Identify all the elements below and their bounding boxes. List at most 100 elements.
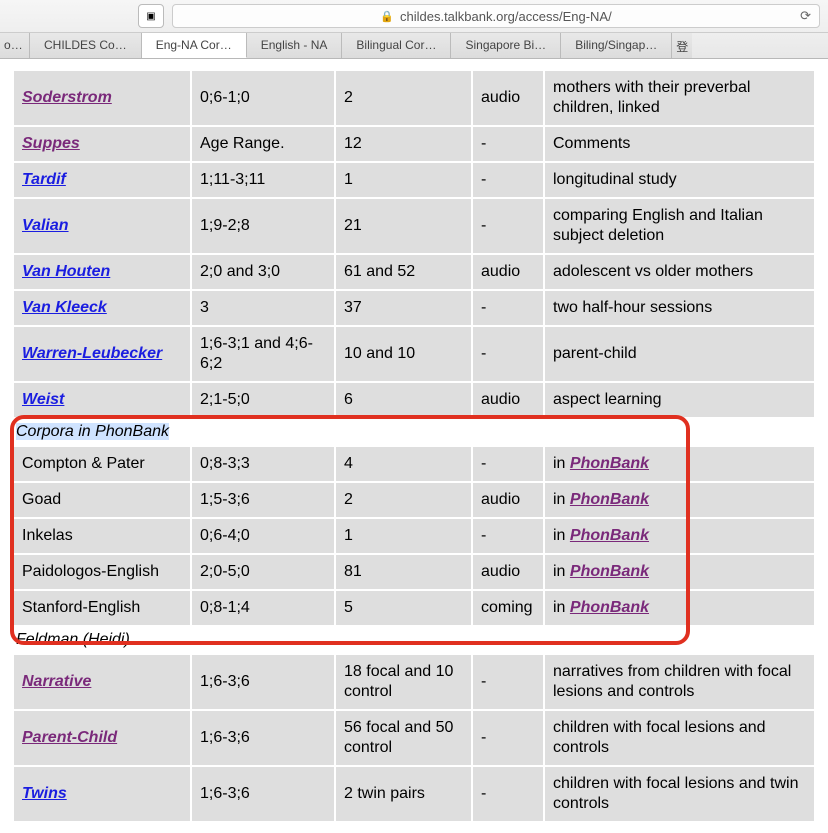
tab-singapore[interactable]: Singapore Bi… bbox=[451, 33, 561, 58]
tab-english-na[interactable]: English - NA bbox=[247, 33, 343, 58]
table-cell: 12 bbox=[336, 127, 471, 161]
table-cell: in PhonBank bbox=[545, 483, 814, 517]
table-row: Van Kleeck337-two half-hour sessions bbox=[14, 291, 814, 325]
browser-chrome: ▣ 🔒 childes.talkbank.org/access/Eng-NA/ … bbox=[0, 0, 828, 59]
corpus-link[interactable]: Twins bbox=[22, 785, 67, 802]
tab-biling-singap[interactable]: Biling/Singap… bbox=[561, 33, 672, 58]
table-cell: 2;1-5;0 bbox=[192, 383, 334, 417]
table-cell: in PhonBank bbox=[545, 555, 814, 589]
corpora-table-bottom: Narrative1;6-3;618 focal and 10 control-… bbox=[12, 653, 816, 823]
table-row: Soderstrom0;6-1;02audiomothers with thei… bbox=[14, 71, 814, 125]
corpus-link[interactable]: Soderstrom bbox=[22, 89, 112, 106]
table-cell: Inkelas bbox=[14, 519, 190, 553]
table-cell: audio bbox=[473, 555, 543, 589]
phonbank-link[interactable]: PhonBank bbox=[570, 491, 649, 508]
cell-prefix: in bbox=[553, 527, 570, 544]
table-cell: Comments bbox=[545, 127, 814, 161]
corpus-link[interactable]: Van Houten bbox=[22, 263, 110, 280]
tab-childes[interactable]: CHILDES Co… bbox=[30, 33, 142, 58]
table-cell: coming bbox=[473, 591, 543, 625]
corpus-link[interactable]: Valian bbox=[22, 217, 69, 234]
table-cell: audio bbox=[473, 255, 543, 289]
table-cell: - bbox=[473, 767, 543, 821]
table-cell: 6 bbox=[336, 383, 471, 417]
section-feldman: Feldman (Heidi) bbox=[12, 627, 816, 653]
table-cell: Paidologos-English bbox=[14, 555, 190, 589]
reload-icon[interactable]: ⟳ bbox=[800, 8, 811, 24]
browser-toolbar: ▣ 🔒 childes.talkbank.org/access/Eng-NA/ … bbox=[0, 0, 828, 32]
table-cell: 0;6-1;0 bbox=[192, 71, 334, 125]
tab-partial-right[interactable]: 登 bbox=[672, 33, 692, 58]
table-cell: - bbox=[473, 127, 543, 161]
table-cell: 0;6-4;0 bbox=[192, 519, 334, 553]
table-cell: 4 bbox=[336, 447, 471, 481]
phonbank-link[interactable]: PhonBank bbox=[570, 563, 649, 580]
corpus-link[interactable]: Suppes bbox=[22, 135, 80, 152]
table-cell: 1;6-3;6 bbox=[192, 767, 334, 821]
corpora-table-top: Soderstrom 0;6-1;02 audio mothers with thei… bbox=[12, 69, 816, 419]
table-cell: 2 bbox=[336, 483, 471, 517]
table-cell: narratives from children with focal lesi… bbox=[545, 655, 814, 709]
cell-prefix: in bbox=[553, 491, 570, 508]
table-row: Twins1;6-3;62 twin pairs-children with f… bbox=[14, 767, 814, 821]
table-cell: adolescent vs older mothers bbox=[545, 255, 814, 289]
table-row: Warren-Leubecker1;6-3;1 and 4;6-6;210 an… bbox=[14, 327, 814, 381]
table-cell: 2 twin pairs bbox=[336, 767, 471, 821]
url-bar[interactable]: 🔒 childes.talkbank.org/access/Eng-NA/ ⟳ bbox=[172, 4, 820, 28]
corpus-link[interactable]: Weist bbox=[22, 391, 64, 408]
table-cell: two half-hour sessions bbox=[545, 291, 814, 325]
table-row: Inkelas0;6-4;01-in PhonBank bbox=[14, 519, 814, 553]
corpus-link[interactable]: Van Kleeck bbox=[22, 299, 107, 316]
table-cell: mothers with their preverbal children, l… bbox=[545, 71, 814, 125]
corpora-table-phonbank: Compton & Pater0;8-3;34-in PhonBankGoad1… bbox=[12, 445, 816, 627]
table-cell: in PhonBank bbox=[545, 519, 814, 553]
table-cell: in PhonBank bbox=[545, 447, 814, 481]
table-row: Weist2;1-5;06audioaspect learning bbox=[14, 383, 814, 417]
table-cell: aspect learning bbox=[545, 383, 814, 417]
tab-bar: otst… CHILDES Co… Eng-NA Cor… English - … bbox=[0, 32, 828, 58]
corpus-link[interactable]: Parent-Child bbox=[22, 729, 117, 746]
table-cell: - bbox=[473, 163, 543, 197]
table-cell: Stanford-English bbox=[14, 591, 190, 625]
phonbank-link[interactable]: PhonBank bbox=[570, 455, 649, 472]
table-cell: 21 bbox=[336, 199, 471, 253]
url-text: childes.talkbank.org/access/Eng-NA/ bbox=[400, 9, 612, 24]
corpus-link[interactable]: Tardif bbox=[22, 171, 66, 188]
table-row: Goad1;5-3;62audioin PhonBank bbox=[14, 483, 814, 517]
table-cell: 56 focal and 50 control bbox=[336, 711, 471, 765]
corpus-link[interactable]: Narrative bbox=[22, 673, 91, 690]
reader-icon: ▣ bbox=[146, 11, 155, 22]
table-row: Tardif1;11-3;111-longitudinal study bbox=[14, 163, 814, 197]
table-cell: 61 and 52 bbox=[336, 255, 471, 289]
table-row: Parent-Child1;6-3;656 focal and 50 contr… bbox=[14, 711, 814, 765]
cell-prefix: in bbox=[553, 563, 570, 580]
table-cell: 2;0-5;0 bbox=[192, 555, 334, 589]
table-cell: 3 bbox=[192, 291, 334, 325]
tab-partial-left[interactable]: otst… bbox=[0, 33, 30, 58]
table-cell: - bbox=[473, 199, 543, 253]
tab-bilingual[interactable]: Bilingual Cor… bbox=[342, 33, 451, 58]
table-cell: 2 bbox=[336, 71, 471, 125]
reader-mode-button[interactable]: ▣ bbox=[138, 4, 164, 28]
table-row: Compton & Pater0;8-3;34-in PhonBank bbox=[14, 447, 814, 481]
table-cell: longitudinal study bbox=[545, 163, 814, 197]
table-cell: 1;6-3;6 bbox=[192, 655, 334, 709]
table-cell: comparing English and Italian subject de… bbox=[545, 199, 814, 253]
corpus-link[interactable]: Warren-Leubecker bbox=[22, 345, 162, 362]
phonbank-link[interactable]: PhonBank bbox=[570, 527, 649, 544]
tab-eng-na-active[interactable]: Eng-NA Cor… bbox=[142, 33, 247, 58]
table-row: Valian1;9-2;821-comparing English and It… bbox=[14, 199, 814, 253]
table-row: Paidologos-English2;0-5;081audioin PhonB… bbox=[14, 555, 814, 589]
phonbank-link[interactable]: PhonBank bbox=[570, 599, 649, 616]
table-cell: 1 bbox=[336, 163, 471, 197]
table-cell: parent-child bbox=[545, 327, 814, 381]
table-row: Suppes Age Range.12-Comments bbox=[14, 127, 814, 161]
table-cell: - bbox=[473, 447, 543, 481]
table-cell: - bbox=[473, 519, 543, 553]
table-cell: 81 bbox=[336, 555, 471, 589]
table-cell: in PhonBank bbox=[545, 591, 814, 625]
table-cell: Compton & Pater bbox=[14, 447, 190, 481]
table-cell: 5 bbox=[336, 591, 471, 625]
table-cell: Age Range. bbox=[192, 127, 334, 161]
table-cell: 18 focal and 10 control bbox=[336, 655, 471, 709]
